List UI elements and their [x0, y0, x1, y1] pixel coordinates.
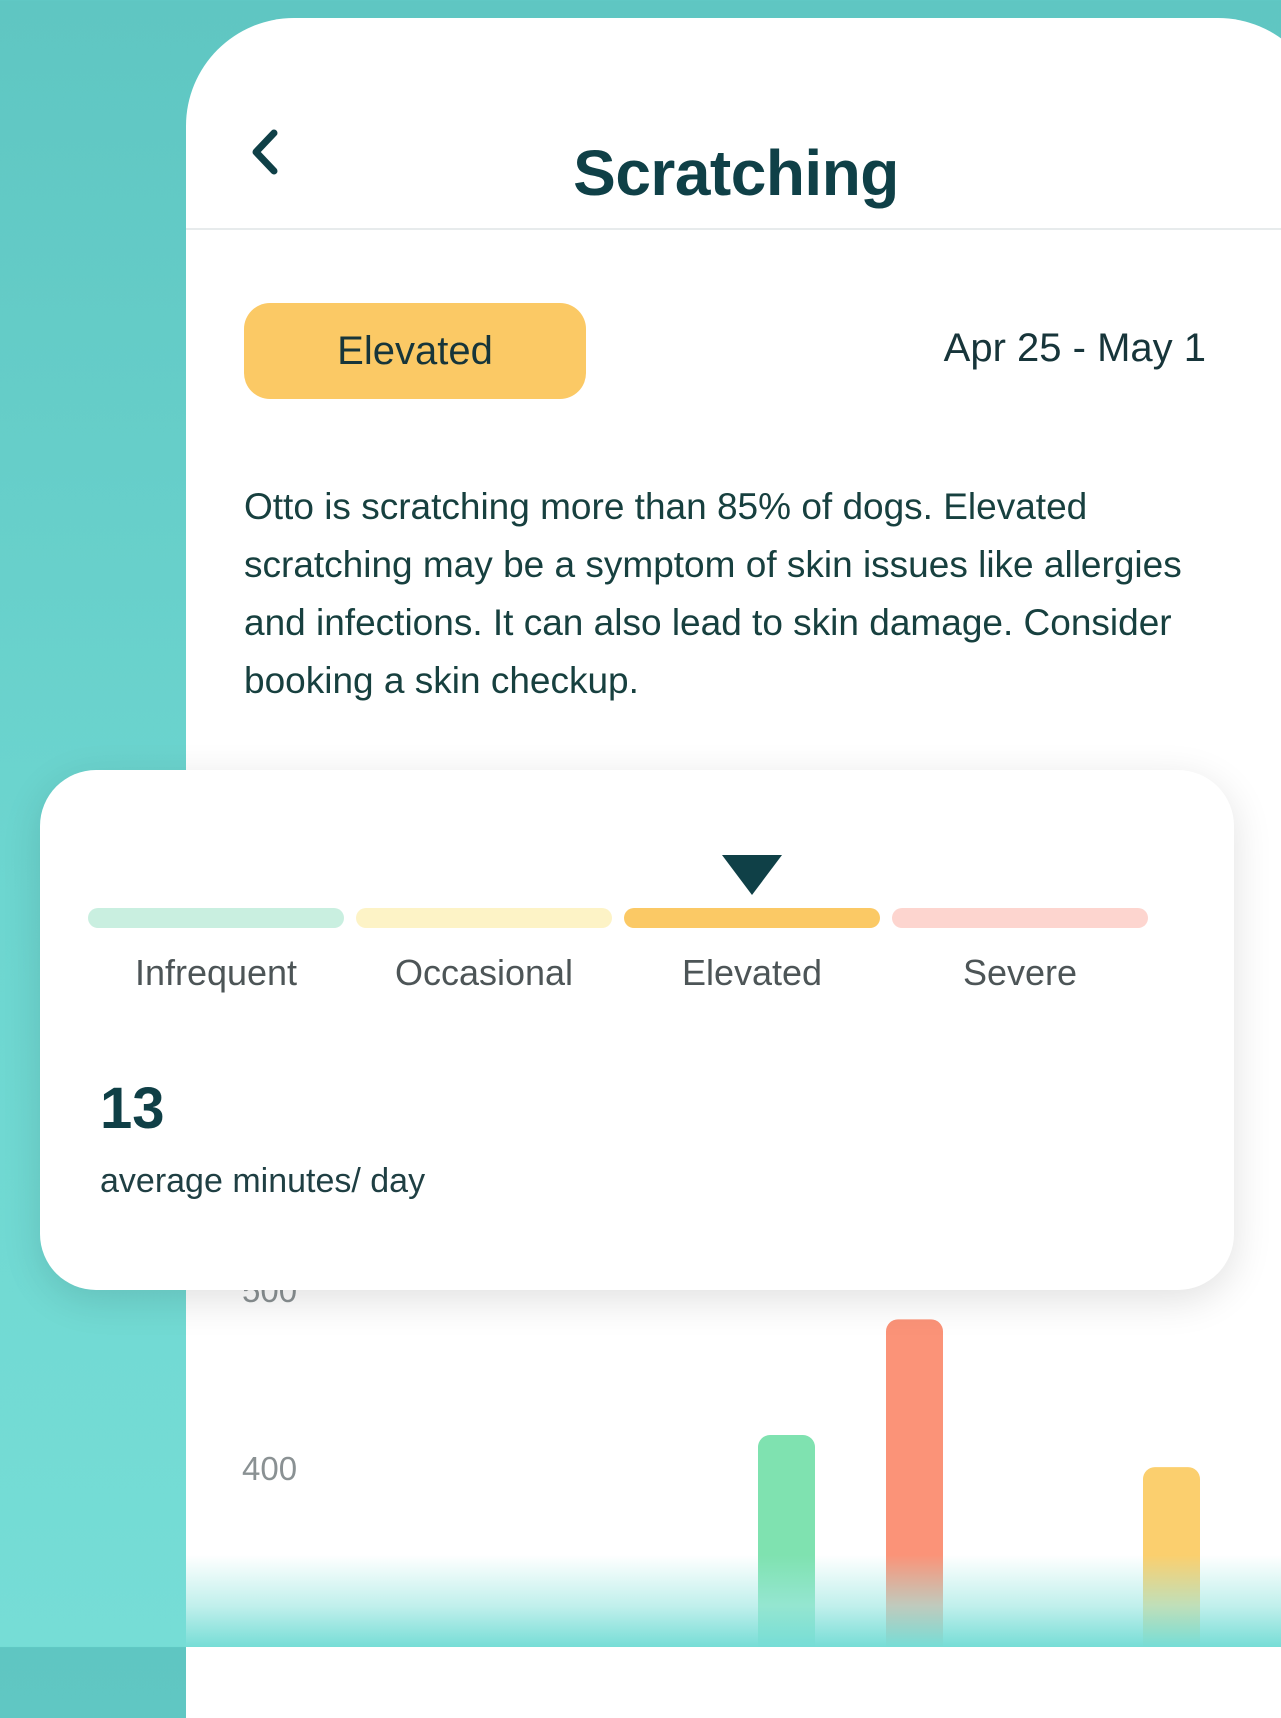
bar-chart-svg: 500 400	[242, 1272, 1200, 1667]
scale-segment-occasional	[356, 908, 612, 928]
severity-scale-card: Infrequent Occasional Elevated Severe 13…	[40, 770, 1234, 1290]
scale-label-severe: Severe	[962, 952, 1078, 993]
page-title: Scratching	[573, 137, 899, 209]
chart-bar	[1143, 1467, 1200, 1667]
y-tick-label: 400	[242, 1450, 297, 1487]
scale-label-elevated: Elevated	[681, 952, 823, 993]
top-bar: Scratching	[186, 18, 1281, 230]
scale-label-infrequent: Infrequent	[134, 952, 298, 993]
average-minutes-caption: average minutes/ day	[100, 1162, 426, 1200]
chart-bar	[886, 1319, 943, 1667]
triangle-down-icon	[722, 855, 782, 895]
scale-segment-infrequent	[88, 908, 344, 928]
scale-segment-severe	[892, 908, 1148, 928]
date-range[interactable]: Apr 25 - May 1	[944, 326, 1206, 371]
average-minutes-value: 13	[100, 1076, 165, 1141]
scale-segment-elevated	[624, 908, 880, 928]
scratching-bar-chart: 500 400	[186, 1272, 1281, 1667]
chart-bar	[758, 1435, 815, 1667]
summary-description: Otto is scratching more than 85% of dogs…	[244, 486, 1182, 701]
status-badge: Elevated	[244, 303, 586, 399]
scale-label-occasional: Occasional	[394, 952, 574, 993]
y-tick-label: 500	[242, 1290, 297, 1309]
